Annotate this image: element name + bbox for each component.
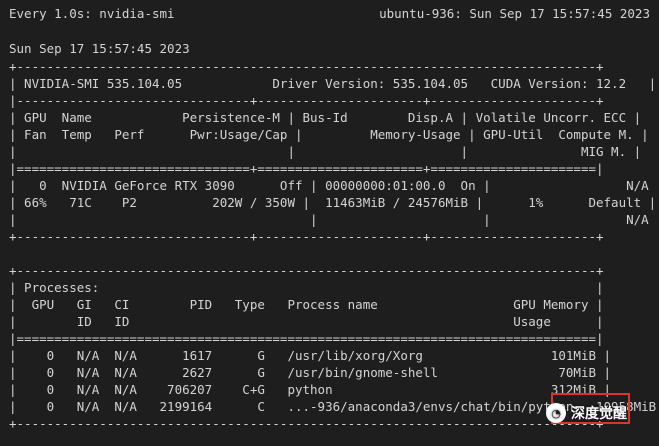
- processes-header-row-2: | ID ID Usage |: [9, 314, 604, 329]
- watch-command: Every 1.0s: nvidia-smi: [9, 6, 175, 21]
- gpu-header-row-2: | Fan Temp Perf Pwr:Usage/Cap | Memory-U…: [9, 127, 649, 142]
- watermark: ◔ 深度觉醒: [546, 403, 627, 423]
- processes-header-row-1: | GPU GI CI PID Type Process name GPU Me…: [9, 297, 604, 312]
- gpu-row-3: | | | N/A |: [9, 212, 659, 227]
- processes-border-top: +---------------------------------------…: [9, 263, 604, 278]
- gpu-table-separator: |-------------------------------+-------…: [9, 93, 604, 108]
- gpu-row-2: | 66% 71C P2 202W / 350W | 11463MiB / 24…: [9, 195, 657, 210]
- gpu-version-row: | NVIDIA-SMI 535.104.05 Driver Version: …: [9, 76, 657, 91]
- process-row: | 0 N/A N/A 2627 G /usr/bin/gnome-shell …: [9, 365, 612, 380]
- gpu-header-row-1: | GPU Name Persistence-M | Bus-Id Disp.A…: [9, 110, 642, 125]
- processes-eq-separator: |=======================================…: [9, 331, 604, 346]
- terminal-window[interactable]: Every 1.0s: nvidia-smi ubuntu-936: Sun S…: [0, 0, 659, 446]
- gpu-table-border-top: +---------------------------------------…: [9, 59, 604, 74]
- wechat-icon: ◔: [546, 403, 566, 423]
- date-line: Sun Sep 17 15:57:45 2023: [9, 41, 190, 56]
- watch-header: Every 1.0s: nvidia-smi ubuntu-936: Sun S…: [9, 5, 650, 22]
- processes-title: | Processes: |: [9, 280, 604, 295]
- gpu-table-eq-separator: |===============================+=======…: [9, 161, 604, 176]
- host-time: ubuntu-936: Sun Sep 17 15:57:45 2023: [379, 6, 650, 21]
- gpu-row-1: | 0 NVIDIA GeForce RTX 3090 Off | 000000…: [9, 178, 659, 193]
- gpu-header-row-3: | | | MIG M. |: [9, 144, 642, 159]
- gpu-table-border-bottom: +-------------------------------+-------…: [9, 229, 604, 244]
- process-row: | 0 N/A N/A 1617 G /usr/lib/xorg/Xorg 10…: [9, 348, 612, 363]
- watermark-text: 深度觉醒: [571, 406, 627, 422]
